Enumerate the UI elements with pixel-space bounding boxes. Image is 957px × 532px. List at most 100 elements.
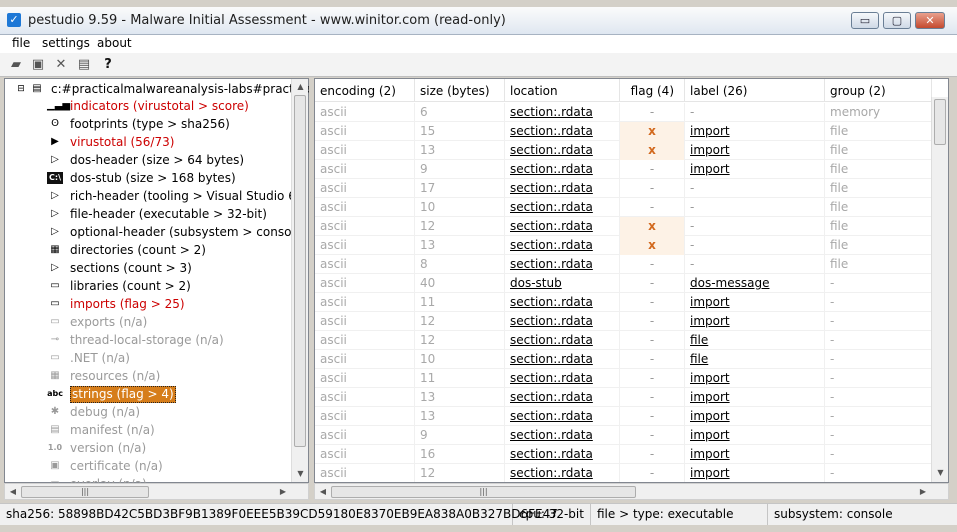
col-encoding[interactable]: encoding (2) — [315, 79, 415, 102]
file-icon: ▤ — [32, 83, 42, 94]
table-row[interactable]: ascii 6 section:.rdata - - memory — [315, 103, 932, 122]
scroll-left-arrow-icon[interactable]: ◀ — [5, 484, 21, 499]
cell-location[interactable]: section:.rdata — [505, 141, 620, 160]
menu-about[interactable]: about — [97, 36, 132, 50]
cell-label[interactable]: import — [685, 426, 825, 445]
cell-label[interactable]: import — [685, 388, 825, 407]
table-scroll-thumb[interactable] — [934, 99, 946, 145]
table-row[interactable]: ascii 13 section:.rdata x - file — [315, 236, 932, 255]
table-row[interactable]: ascii 11 section:.rdata - import - — [315, 369, 932, 388]
table-row[interactable]: ascii 12 section:.rdata - file - — [315, 331, 932, 350]
cell-flag: x — [620, 217, 685, 236]
cell-location[interactable]: section:.rdata — [505, 369, 620, 388]
col-flag[interactable]: flag (4) — [620, 79, 685, 102]
cell-label[interactable]: import — [685, 407, 825, 426]
cell-location[interactable]: section:.rdata — [505, 331, 620, 350]
table-scroll-down-arrow-icon[interactable]: ▼ — [932, 465, 948, 481]
cell-location[interactable]: section:.rdata — [505, 312, 620, 331]
table-row[interactable]: ascii 40 dos-stub - dos-message - — [315, 274, 932, 293]
cell-location[interactable]: section:.rdata — [505, 198, 620, 217]
cell-label[interactable]: import — [685, 312, 825, 331]
table-row[interactable]: ascii 9 section:.rdata - import file — [315, 160, 932, 179]
cell-location[interactable]: dos-stub — [505, 274, 620, 293]
cell-label[interactable]: import — [685, 464, 825, 482]
scroll-down-arrow-icon[interactable]: ▼ — [292, 466, 309, 482]
col-size[interactable]: size (bytes) — [415, 79, 505, 102]
table-row[interactable]: ascii 8 section:.rdata - - file — [315, 255, 932, 274]
table-row[interactable]: ascii 12 section:.rdata x - file — [315, 217, 932, 236]
table-row[interactable]: ascii 12 section:.rdata - import - — [315, 312, 932, 331]
cell-location[interactable]: section:.rdata — [505, 445, 620, 464]
cell-label[interactable]: import — [685, 160, 825, 179]
table-horizontal-scrollbar[interactable]: ◀ ||| ▶ — [314, 483, 949, 500]
maximize-button[interactable]: ▢ — [883, 12, 911, 29]
table-row[interactable]: ascii 13 section:.rdata x import file — [315, 141, 932, 160]
menu-file[interactable]: file — [12, 36, 30, 50]
cell-group: - — [825, 369, 932, 388]
tree-item-label: rich-header (tooling > Visual Studio 6.0… — [70, 189, 315, 203]
table-scroll-right-arrow-icon[interactable]: ▶ — [915, 484, 931, 499]
table-row[interactable]: ascii 9 section:.rdata - import - — [315, 426, 932, 445]
list-icon[interactable]: ▤ — [76, 57, 92, 73]
cell-location[interactable]: section:.rdata — [505, 350, 620, 369]
table-row[interactable]: ascii 17 section:.rdata - - file — [315, 179, 932, 198]
cell-location[interactable]: section:.rdata — [505, 236, 620, 255]
col-group[interactable]: group (2) — [825, 79, 932, 102]
tree-horizontal-scrollbar[interactable]: ◀ ||| ▶ — [4, 483, 309, 500]
table-row[interactable]: ascii 10 section:.rdata - file - — [315, 350, 932, 369]
cell-location[interactable]: section:.rdata — [505, 388, 620, 407]
tree-vertical-scrollbar[interactable]: ▲ ▼ — [291, 79, 308, 482]
table-row[interactable]: ascii 15 section:.rdata x import file — [315, 122, 932, 141]
table-vertical-scrollbar[interactable]: ▼ — [931, 97, 948, 482]
cell-location[interactable]: section:.rdata — [505, 217, 620, 236]
table-row[interactable]: ascii 11 section:.rdata - import - — [315, 293, 932, 312]
cell-label[interactable]: import — [685, 445, 825, 464]
cell-label: - — [685, 103, 825, 122]
help-icon[interactable]: ? — [100, 57, 116, 73]
cell-label[interactable]: file — [685, 350, 825, 369]
table-scroll-left-arrow-icon[interactable]: ◀ — [315, 484, 331, 499]
cell-label[interactable]: import — [685, 293, 825, 312]
cell-location[interactable]: section:.rdata — [505, 122, 620, 141]
table-row[interactable]: ascii 10 section:.rdata - - file — [315, 198, 932, 217]
col-label[interactable]: label (26) — [685, 79, 825, 102]
menu-settings[interactable]: settings — [42, 36, 90, 50]
cell-flag: - — [620, 445, 685, 464]
minimize-button[interactable]: ▭ — [851, 12, 879, 29]
cell-location[interactable]: section:.rdata — [505, 160, 620, 179]
close-button[interactable]: ✕ — [915, 12, 945, 29]
tree-hscroll-thumb[interactable]: ||| — [21, 486, 149, 498]
cell-label[interactable]: import — [685, 141, 825, 160]
table-row[interactable]: ascii 12 section:.rdata - import - — [315, 464, 932, 482]
cell-location[interactable]: section:.rdata — [505, 407, 620, 426]
tree-item-label: .NET (n/a) — [70, 351, 130, 365]
cell-location[interactable]: section:.rdata — [505, 255, 620, 274]
cell-location[interactable]: section:.rdata — [505, 464, 620, 482]
cell-location[interactable]: section:.rdata — [505, 293, 620, 312]
close-x-icon[interactable]: ✕ — [53, 57, 69, 73]
cell-size: 11 — [415, 369, 505, 388]
scroll-right-arrow-icon[interactable]: ▶ — [275, 484, 291, 499]
cell-label[interactable]: import — [685, 122, 825, 141]
collapse-icon[interactable]: ⊟ — [13, 81, 29, 97]
cell-location[interactable]: section:.rdata — [505, 103, 620, 122]
table-row[interactable]: ascii 13 section:.rdata - import - — [315, 407, 932, 426]
open-folder-icon[interactable]: ▰ — [8, 57, 24, 73]
cell-group: memory — [825, 103, 932, 122]
tree-scroll-thumb[interactable] — [294, 95, 306, 447]
table-hscroll-thumb[interactable]: ||| — [331, 486, 636, 498]
cell-label[interactable]: file — [685, 331, 825, 350]
cell-label[interactable]: dos-message — [685, 274, 825, 293]
cell-label[interactable]: import — [685, 369, 825, 388]
save-icon[interactable]: ▣ — [30, 57, 46, 73]
cell-group: file — [825, 255, 932, 274]
bar-chart-icon: ▁▃▅ — [47, 100, 71, 111]
col-location[interactable]: location — [505, 79, 620, 102]
table-row[interactable]: ascii 16 section:.rdata - import - — [315, 445, 932, 464]
scroll-up-arrow-icon[interactable]: ▲ — [292, 79, 309, 95]
cell-size: 16 — [415, 445, 505, 464]
cell-location[interactable]: section:.rdata — [505, 179, 620, 198]
cell-label: - — [685, 179, 825, 198]
cell-location[interactable]: section:.rdata — [505, 426, 620, 445]
table-row[interactable]: ascii 13 section:.rdata - import - — [315, 388, 932, 407]
